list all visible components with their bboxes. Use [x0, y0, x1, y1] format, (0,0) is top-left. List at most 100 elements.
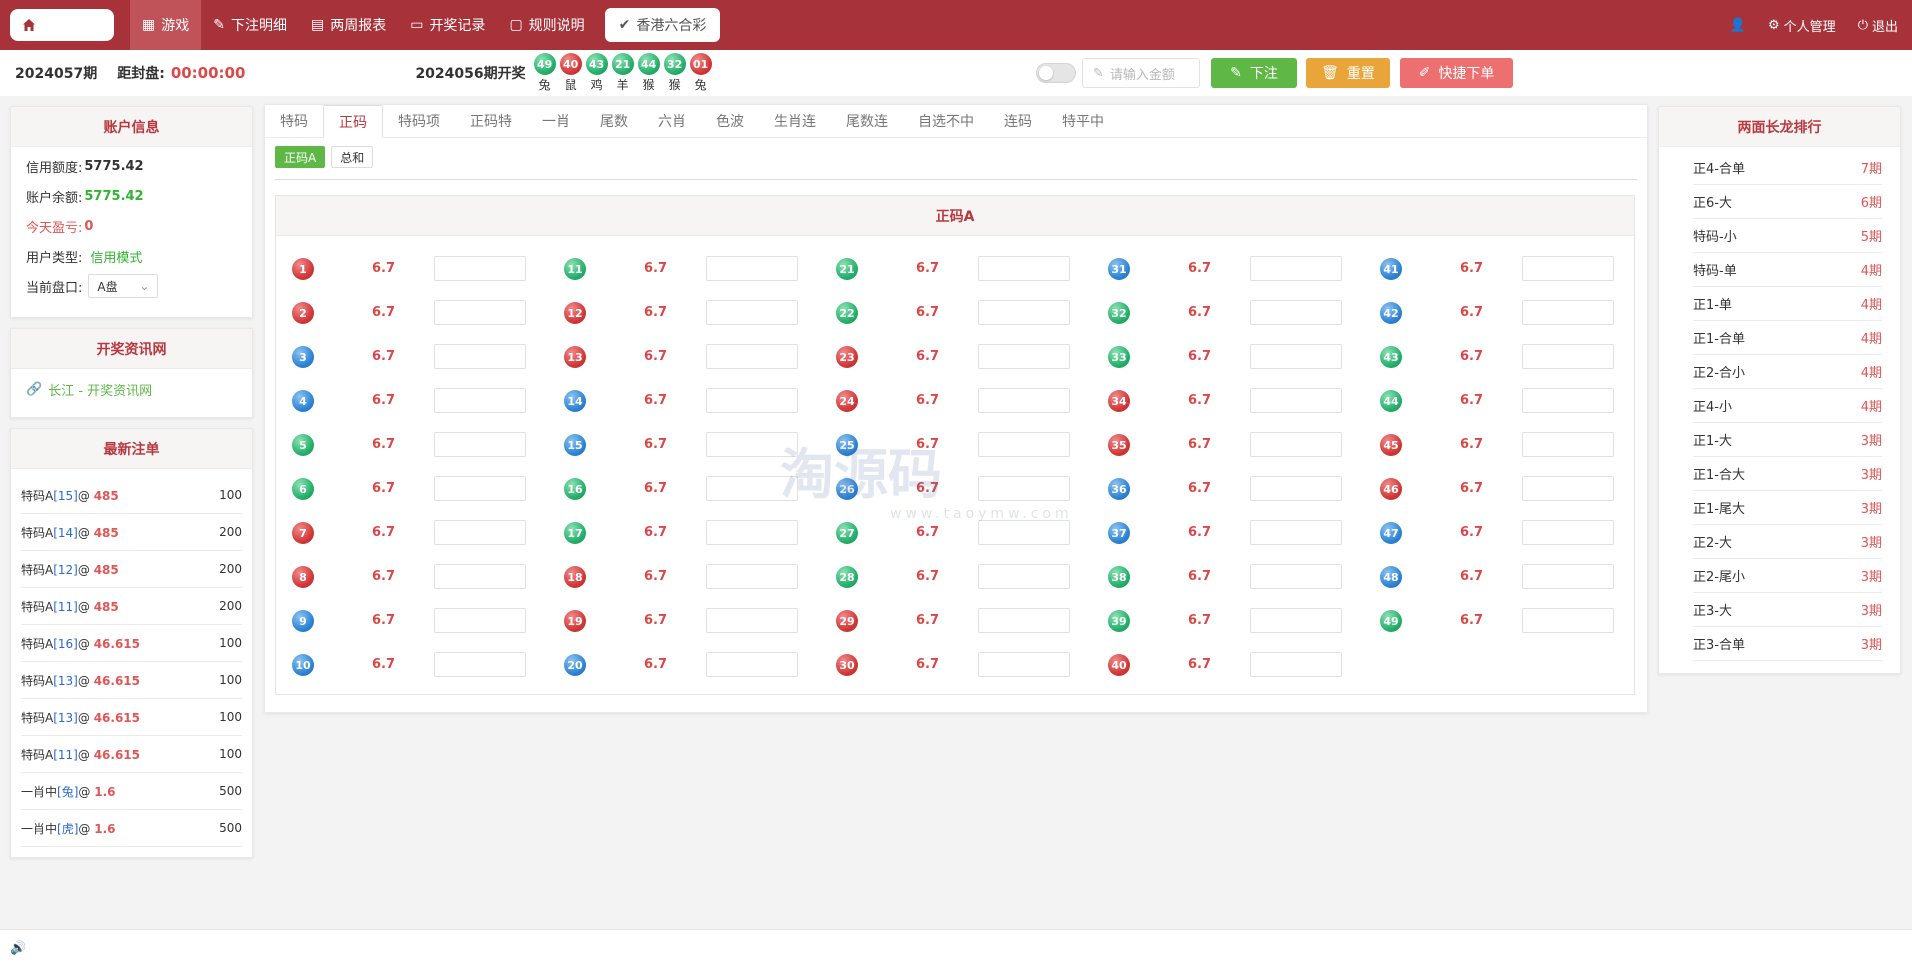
number-ball: 32: [1108, 302, 1130, 324]
bet-amount-input[interactable]: [978, 300, 1070, 325]
bet-amount-input[interactable]: [706, 388, 798, 413]
amount-input[interactable]: ✎ 请输入金额: [1082, 58, 1200, 88]
bet-amount-input[interactable]: [978, 520, 1070, 545]
bet-amount-input[interactable]: [1250, 520, 1342, 545]
tab-4[interactable]: 一肖: [527, 105, 585, 137]
lottery-selector[interactable]: ✔ 香港六合彩: [604, 8, 721, 42]
user-icon[interactable]: 👤: [1730, 18, 1746, 33]
bet-amount-input[interactable]: [1250, 608, 1342, 633]
nav-item-4[interactable]: ▢ 规则说明: [497, 0, 596, 50]
bet-amount-input[interactable]: [434, 476, 526, 501]
bet-amount-input[interactable]: [1250, 564, 1342, 589]
bet-amount-input[interactable]: [978, 564, 1070, 589]
bet-amount-input[interactable]: [978, 256, 1070, 281]
bet-amount-input[interactable]: [1522, 300, 1614, 325]
power-icon: ⏻: [1857, 17, 1868, 33]
bet-amount-input[interactable]: [1250, 256, 1342, 281]
bet-amount-input[interactable]: [706, 300, 798, 325]
at-sign: @: [78, 821, 95, 836]
subtab-1[interactable]: 总和: [331, 146, 374, 168]
tab-12[interactable]: 特平中: [1047, 105, 1119, 137]
bet-amount-input[interactable]: [706, 476, 798, 501]
odds-value: 6.7: [916, 305, 940, 320]
number-ball: 22: [836, 302, 858, 324]
bet-amount-input[interactable]: [434, 388, 526, 413]
bet-amount-input[interactable]: [978, 608, 1070, 633]
tab-11[interactable]: 连码: [989, 105, 1047, 137]
tab-8[interactable]: 生肖连: [759, 105, 831, 137]
dragon-count: 3期: [1860, 434, 1882, 449]
bet-amount-input[interactable]: [706, 520, 798, 545]
dragon-row: 正3-大 3期: [1693, 593, 1882, 627]
bet-amount-input[interactable]: [434, 564, 526, 589]
logout-link[interactable]: ⏻ 退出: [1858, 16, 1898, 35]
bet-amount-input[interactable]: [1250, 652, 1342, 677]
bet-amount-input[interactable]: [1522, 608, 1614, 633]
tab-10[interactable]: 自选不中: [903, 105, 989, 137]
odds-value: 6.7: [644, 261, 668, 276]
bet-amount-input[interactable]: [706, 608, 798, 633]
bet-amount-input[interactable]: [1522, 256, 1614, 281]
tab-9[interactable]: 尾数连: [831, 105, 903, 137]
bet-amount-input[interactable]: [706, 344, 798, 369]
bet-amount-input[interactable]: [706, 432, 798, 457]
bet-amount-input[interactable]: [1522, 564, 1614, 589]
bet-amount-input[interactable]: [978, 388, 1070, 413]
bet-amount-input[interactable]: [1250, 476, 1342, 501]
bet-amount-input[interactable]: [1522, 432, 1614, 457]
odds-value: 6.7: [916, 261, 940, 276]
tab-7[interactable]: 色波: [701, 105, 759, 137]
bet-amount-input[interactable]: [434, 344, 526, 369]
nav-item-1[interactable]: ✎ 下注明细: [201, 0, 299, 50]
subtab-0[interactable]: 正码A: [275, 146, 326, 168]
tab-5[interactable]: 尾数: [585, 105, 643, 137]
last-ball: 44 猴: [637, 53, 660, 93]
quick-order-button[interactable]: ✐ 快捷下单: [1400, 58, 1513, 88]
bet-amount-input[interactable]: [1250, 432, 1342, 457]
tab-0[interactable]: 特码: [265, 105, 323, 137]
bet-amount: 200: [219, 562, 242, 576]
bet-amount-input[interactable]: [1522, 344, 1614, 369]
reset-button[interactable]: 🗑 重置: [1306, 58, 1390, 88]
tab-1[interactable]: 正码: [323, 105, 383, 138]
bet-amount-input[interactable]: [1250, 388, 1342, 413]
bet-amount-input[interactable]: [1250, 300, 1342, 325]
home-icon: [23, 19, 35, 31]
bet-amount-input[interactable]: [978, 652, 1070, 677]
plate-select[interactable]: A盘 ⌄: [88, 274, 159, 298]
balance-value: 5775.42: [84, 188, 144, 204]
resource-link[interactable]: 🔗 长江 - 开奖资讯网: [11, 369, 252, 409]
number-ball: 41: [1380, 258, 1402, 280]
tab-3[interactable]: 正码特: [455, 105, 527, 137]
bet-amount-input[interactable]: [1522, 476, 1614, 501]
bet-amount-input[interactable]: [978, 344, 1070, 369]
bet-amount-input[interactable]: [1250, 344, 1342, 369]
bet-amount-input[interactable]: [434, 300, 526, 325]
bet-amount-input[interactable]: [1522, 520, 1614, 545]
bet-amount-input[interactable]: [706, 256, 798, 281]
bet-amount-input[interactable]: [978, 476, 1070, 501]
nav-item-3[interactable]: ▭ 开奖记录: [398, 0, 497, 50]
bet-amount-input[interactable]: [434, 432, 526, 457]
tab-2[interactable]: 特码项: [383, 105, 455, 137]
sound-icon[interactable]: 🔊: [10, 941, 26, 956]
nav-item-0[interactable]: ▦ 游戏: [130, 0, 202, 50]
bet-amount-input[interactable]: [434, 256, 526, 281]
bet-odds: 46.615: [93, 710, 140, 725]
home-button[interactable]: [10, 9, 114, 41]
submit-button[interactable]: ✎ 下注: [1211, 58, 1297, 88]
bet-amount-input[interactable]: [434, 652, 526, 677]
quick-toggle[interactable]: [1036, 63, 1076, 83]
bet-amount-input[interactable]: [978, 432, 1070, 457]
bet-amount-input[interactable]: [434, 520, 526, 545]
dragon-row: 正1-单 4期: [1693, 287, 1882, 321]
bet-amount-input[interactable]: [706, 564, 798, 589]
nav-item-2[interactable]: ▤ 两周报表: [299, 0, 398, 50]
bet-amount-input[interactable]: [1522, 388, 1614, 413]
tab-6[interactable]: 六肖: [643, 105, 701, 137]
bet-amount-input[interactable]: [706, 652, 798, 677]
ball-zodiac: 鼠: [564, 78, 577, 92]
bet-row: 一肖中[虎]@ 1.6 500: [21, 810, 242, 847]
bet-amount-input[interactable]: [434, 608, 526, 633]
profile-link[interactable]: ⚙ 个人管理: [1768, 16, 1836, 35]
